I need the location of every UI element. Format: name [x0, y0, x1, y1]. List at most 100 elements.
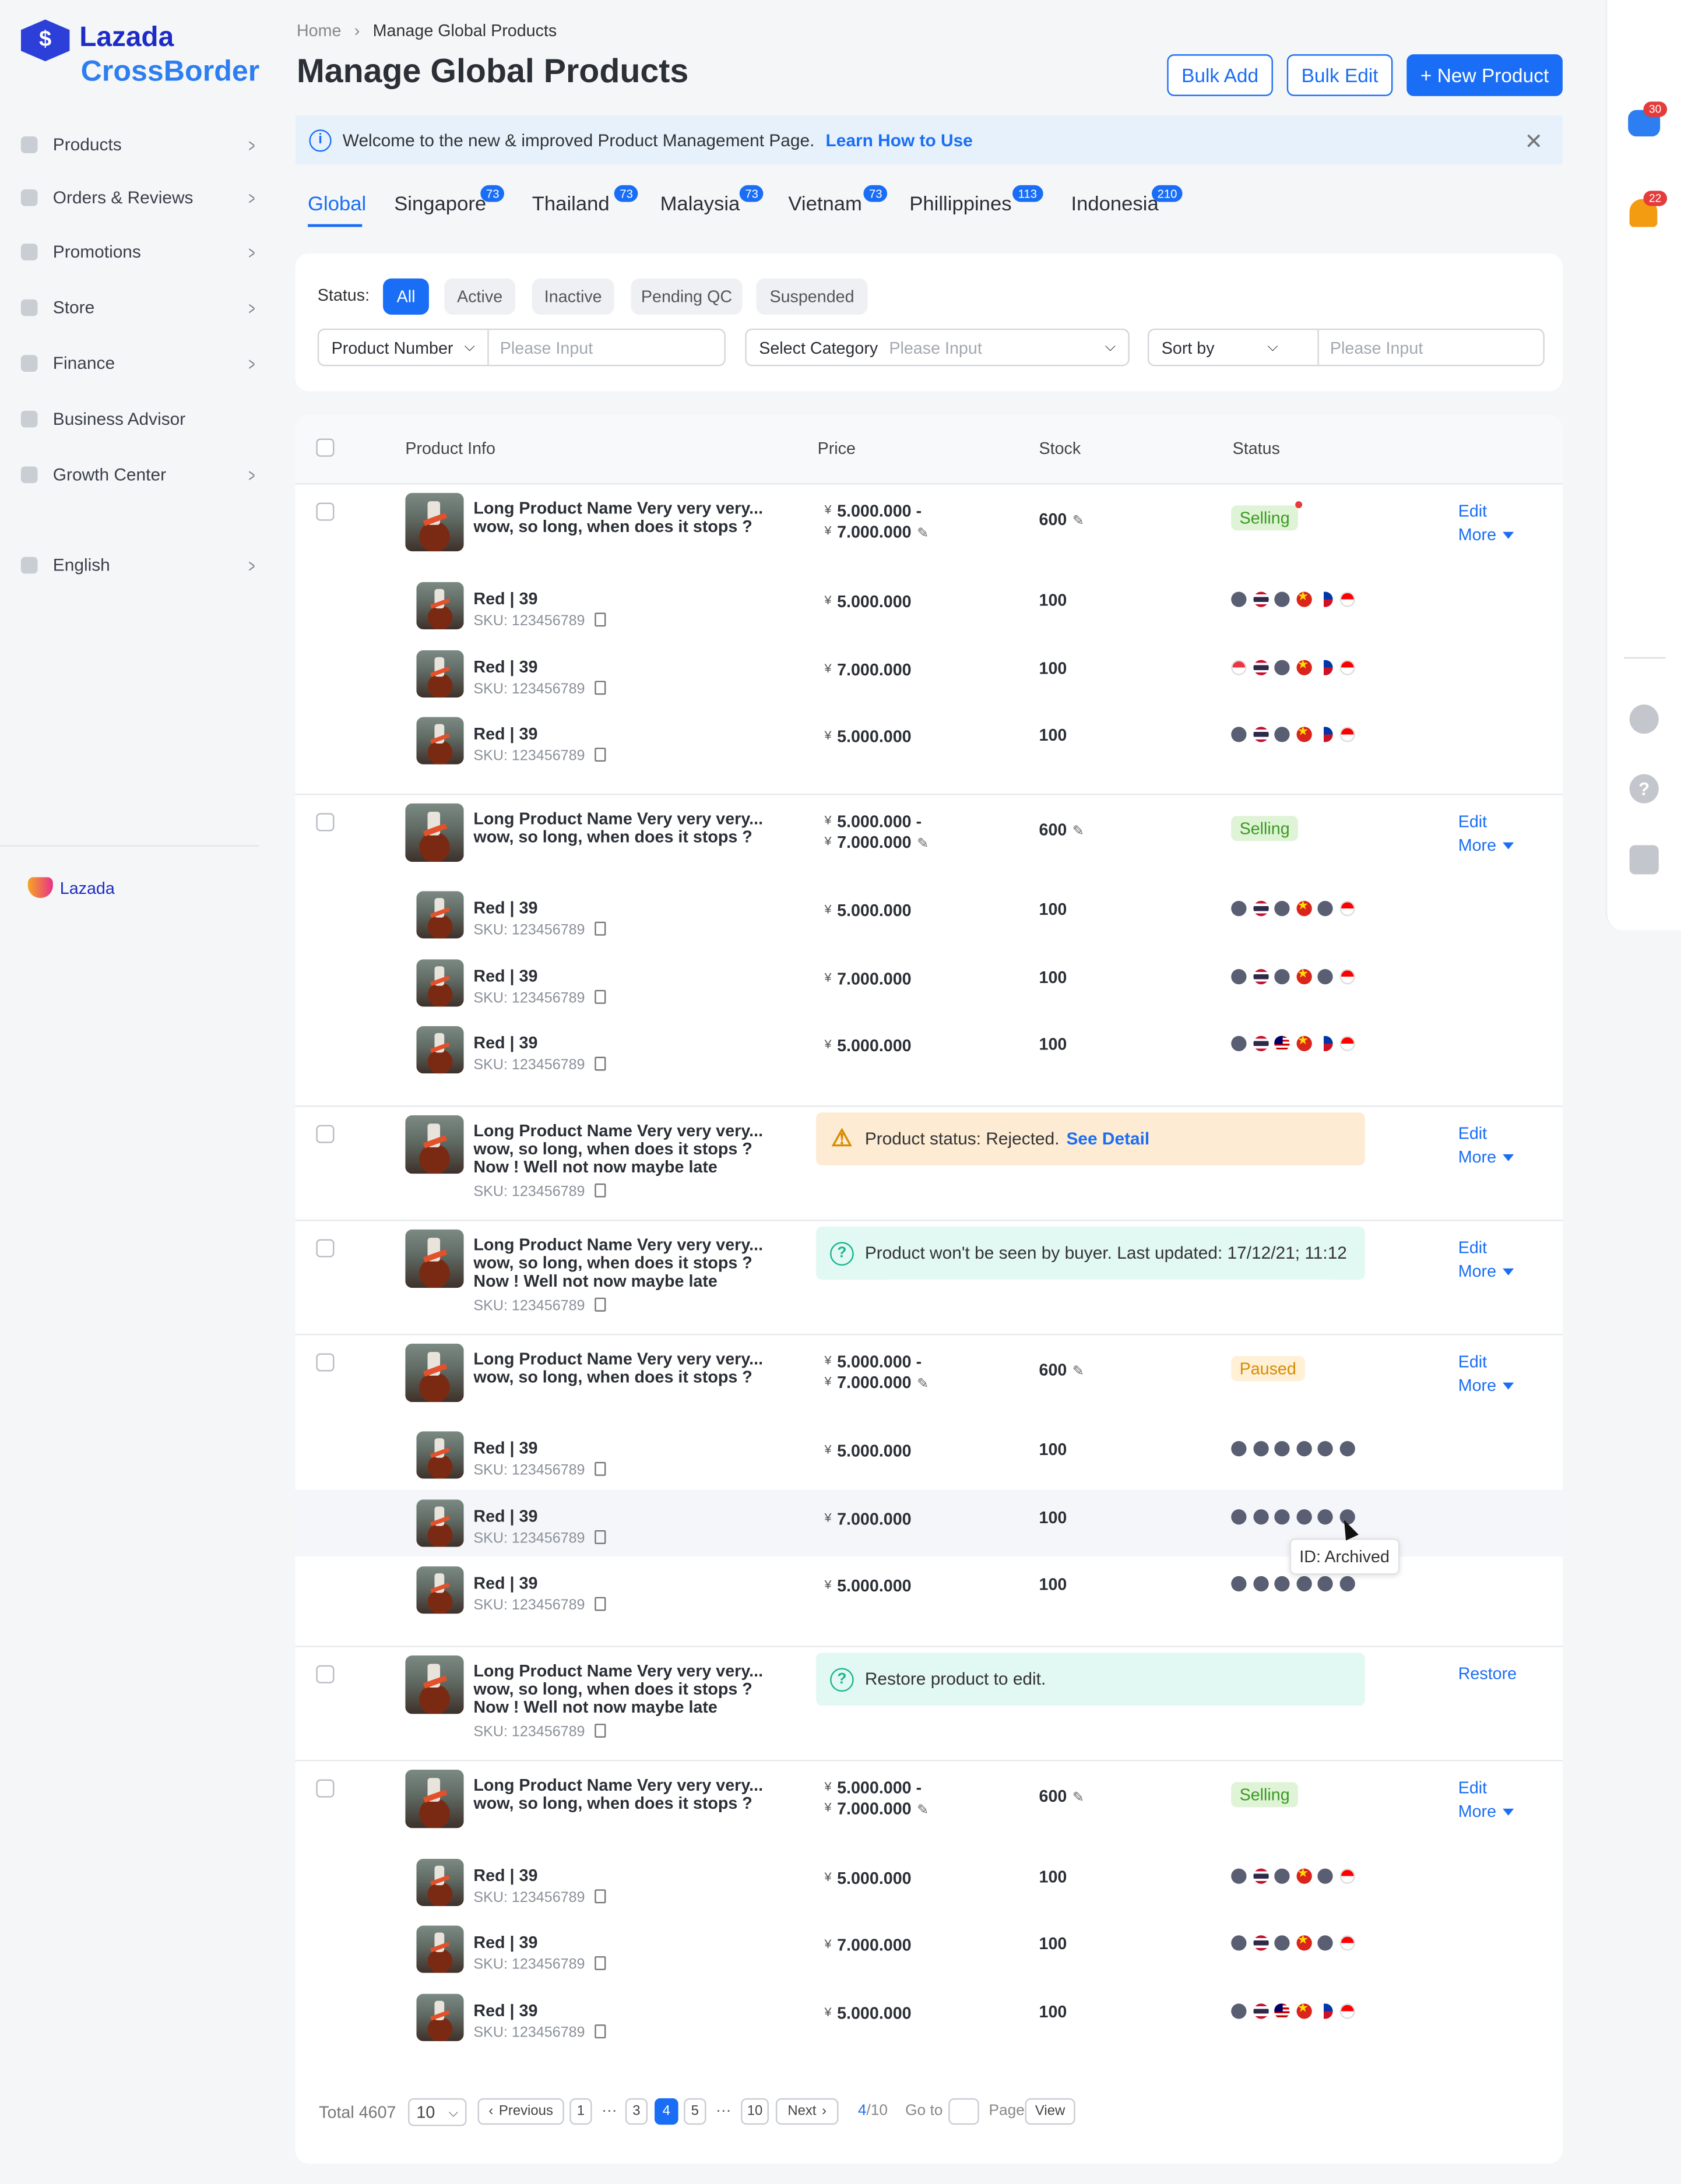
product-number-select[interactable]: Product Number ⌵ — [319, 330, 489, 365]
country-flag-icon[interactable] — [1231, 969, 1247, 985]
more-dropdown[interactable]: More — [1458, 523, 1515, 547]
country-flag-icon[interactable] — [1296, 898, 1311, 917]
country-flag-icon[interactable] — [1317, 660, 1333, 675]
sidebar-item-products[interactable]: Products > — [20, 131, 258, 159]
row-checkbox[interactable] — [316, 813, 335, 832]
tab-thailand[interactable]: Thailand 73 — [532, 185, 639, 216]
view-button[interactable]: View — [1025, 2098, 1075, 2125]
edit-link[interactable]: Edit — [1458, 500, 1514, 524]
page-3[interactable]: 3 — [625, 2098, 648, 2125]
country-flag-icon[interactable] — [1231, 1441, 1247, 1457]
close-icon[interactable]: ✕ — [1524, 128, 1543, 156]
help-icon[interactable]: ? — [1629, 774, 1659, 804]
copy-icon[interactable] — [595, 1724, 606, 1738]
country-flag-icon[interactable] — [1274, 591, 1290, 607]
country-flag-icon[interactable] — [1296, 2001, 1311, 2019]
country-flag-icon[interactable] — [1253, 1868, 1268, 1884]
country-flag-icon[interactable] — [1231, 1935, 1247, 1951]
more-dropdown[interactable]: More — [1458, 1800, 1515, 1824]
status-inactive[interactable]: Inactive — [532, 278, 614, 315]
country-flag-icon[interactable] — [1253, 900, 1268, 917]
product-name[interactable]: Long Product Name Very very very... wow, … — [473, 1662, 763, 1717]
copy-icon[interactable] — [595, 1461, 606, 1476]
country-flag-icon[interactable] — [1339, 660, 1355, 675]
status-all[interactable]: All — [383, 278, 429, 315]
prev-page-button[interactable]: ‹ Previous — [477, 2098, 564, 2125]
country-flag-icon[interactable] — [1253, 591, 1268, 607]
copy-icon[interactable] — [595, 921, 606, 936]
product-name[interactable]: Long Product Name Very very very... wow, … — [473, 1122, 763, 1176]
country-flag-icon[interactable] — [1296, 1509, 1311, 1525]
country-flag-icon[interactable] — [1296, 1441, 1311, 1457]
tab-indonesia[interactable]: Indonesia 210 — [1071, 185, 1183, 216]
country-flag-icon[interactable] — [1296, 1033, 1311, 1051]
tab-malaysia[interactable]: Malaysia 73 — [660, 185, 764, 216]
country-flag-icon[interactable] — [1231, 1509, 1247, 1525]
country-flag-icon[interactable] — [1253, 1935, 1268, 1951]
edit-link[interactable]: Edit — [1458, 1237, 1514, 1260]
tab-vietnam[interactable]: Vietnam 73 — [788, 185, 888, 216]
sidebar-item-promotions[interactable]: Promotions > — [20, 238, 258, 266]
bulk-edit-button[interactable]: Bulk Edit — [1286, 54, 1393, 96]
country-flag-icon[interactable] — [1231, 1868, 1247, 1884]
country-flag-icon[interactable] — [1253, 660, 1268, 675]
country-flag-icon[interactable] — [1339, 591, 1355, 607]
product-thumbnail[interactable] — [405, 1769, 464, 1829]
copy-icon[interactable] — [595, 1530, 606, 1544]
copy-icon[interactable] — [595, 1597, 606, 1611]
pencil-icon[interactable]: ✎ — [1072, 825, 1084, 840]
country-flag-icon[interactable] — [1339, 1441, 1355, 1457]
country-flag-icon[interactable] — [1253, 727, 1268, 742]
country-flag-icon[interactable] — [1274, 1868, 1290, 1884]
country-flag-icon[interactable] — [1317, 969, 1333, 985]
sidebar-item-orders[interactable]: Orders & Reviews > — [20, 184, 258, 212]
country-flag-icon[interactable] — [1339, 1035, 1355, 1051]
country-flag-icon[interactable] — [1231, 900, 1247, 917]
product-thumbnail[interactable] — [405, 1343, 464, 1403]
country-flag-icon[interactable] — [1317, 727, 1333, 742]
bulk-add-button[interactable]: Bulk Add — [1167, 54, 1273, 96]
status-suspended[interactable]: Suspended — [756, 278, 868, 315]
product-name[interactable]: Long Product Name Very very very... wow, … — [473, 1776, 763, 1813]
tab-philippines[interactable]: Phillippines 113 — [909, 185, 1043, 216]
country-flag-icon[interactable] — [1317, 1441, 1333, 1457]
sidebar-item-growth-center[interactable]: Growth Center > — [20, 461, 258, 489]
product-thumbnail[interactable] — [405, 1115, 464, 1174]
page-size-select[interactable]: 10 ⌵ — [408, 2098, 467, 2126]
product-thumbnail[interactable] — [405, 1655, 464, 1714]
edit-link[interactable]: Edit — [1458, 1777, 1514, 1801]
new-product-button[interactable]: + New Product — [1406, 54, 1563, 96]
country-flag-icon[interactable] — [1231, 727, 1247, 742]
country-flag-icon[interactable] — [1317, 1035, 1333, 1051]
country-flag-icon[interactable] — [1317, 1935, 1333, 1951]
edit-note-icon[interactable] — [1629, 845, 1659, 875]
country-flag-icon[interactable] — [1253, 1576, 1268, 1592]
country-flag-icon[interactable] — [1231, 1576, 1247, 1592]
pencil-icon[interactable]: ✎ — [917, 1802, 929, 1821]
brand-logo[interactable]: $ Lazada CrossBorder — [20, 19, 265, 89]
row-checkbox[interactable] — [316, 1665, 335, 1683]
edit-link[interactable]: Edit — [1458, 811, 1514, 834]
page-10[interactable]: 10 — [741, 2098, 769, 2125]
country-flag-icon[interactable] — [1274, 1441, 1290, 1457]
status-active[interactable]: Active — [444, 278, 516, 315]
country-flag-icon[interactable] — [1274, 1509, 1290, 1525]
country-flag-icon[interactable] — [1339, 727, 1355, 742]
page-1[interactable]: 1 — [569, 2098, 592, 2125]
row-checkbox[interactable] — [316, 1125, 335, 1143]
country-flag-icon[interactable] — [1253, 1441, 1268, 1457]
product-thumbnail[interactable] — [405, 803, 464, 862]
pencil-icon[interactable]: ✎ — [1072, 1365, 1084, 1380]
country-flag-icon[interactable] — [1231, 2003, 1247, 2019]
country-flag-icon[interactable] — [1317, 1576, 1333, 1592]
gear-icon[interactable] — [1629, 704, 1659, 734]
country-flag-icon[interactable] — [1274, 1576, 1290, 1592]
row-checkbox[interactable] — [316, 1779, 335, 1798]
country-flag-icon[interactable] — [1317, 591, 1333, 607]
country-flag-icon[interactable] — [1231, 1035, 1247, 1051]
country-flag-icon[interactable] — [1339, 2003, 1355, 2019]
goto-page-input[interactable] — [948, 2098, 979, 2125]
next-page-button[interactable]: Next › — [775, 2098, 839, 2125]
country-flag-icon[interactable] — [1274, 660, 1290, 675]
country-flag-icon[interactable] — [1253, 969, 1268, 985]
